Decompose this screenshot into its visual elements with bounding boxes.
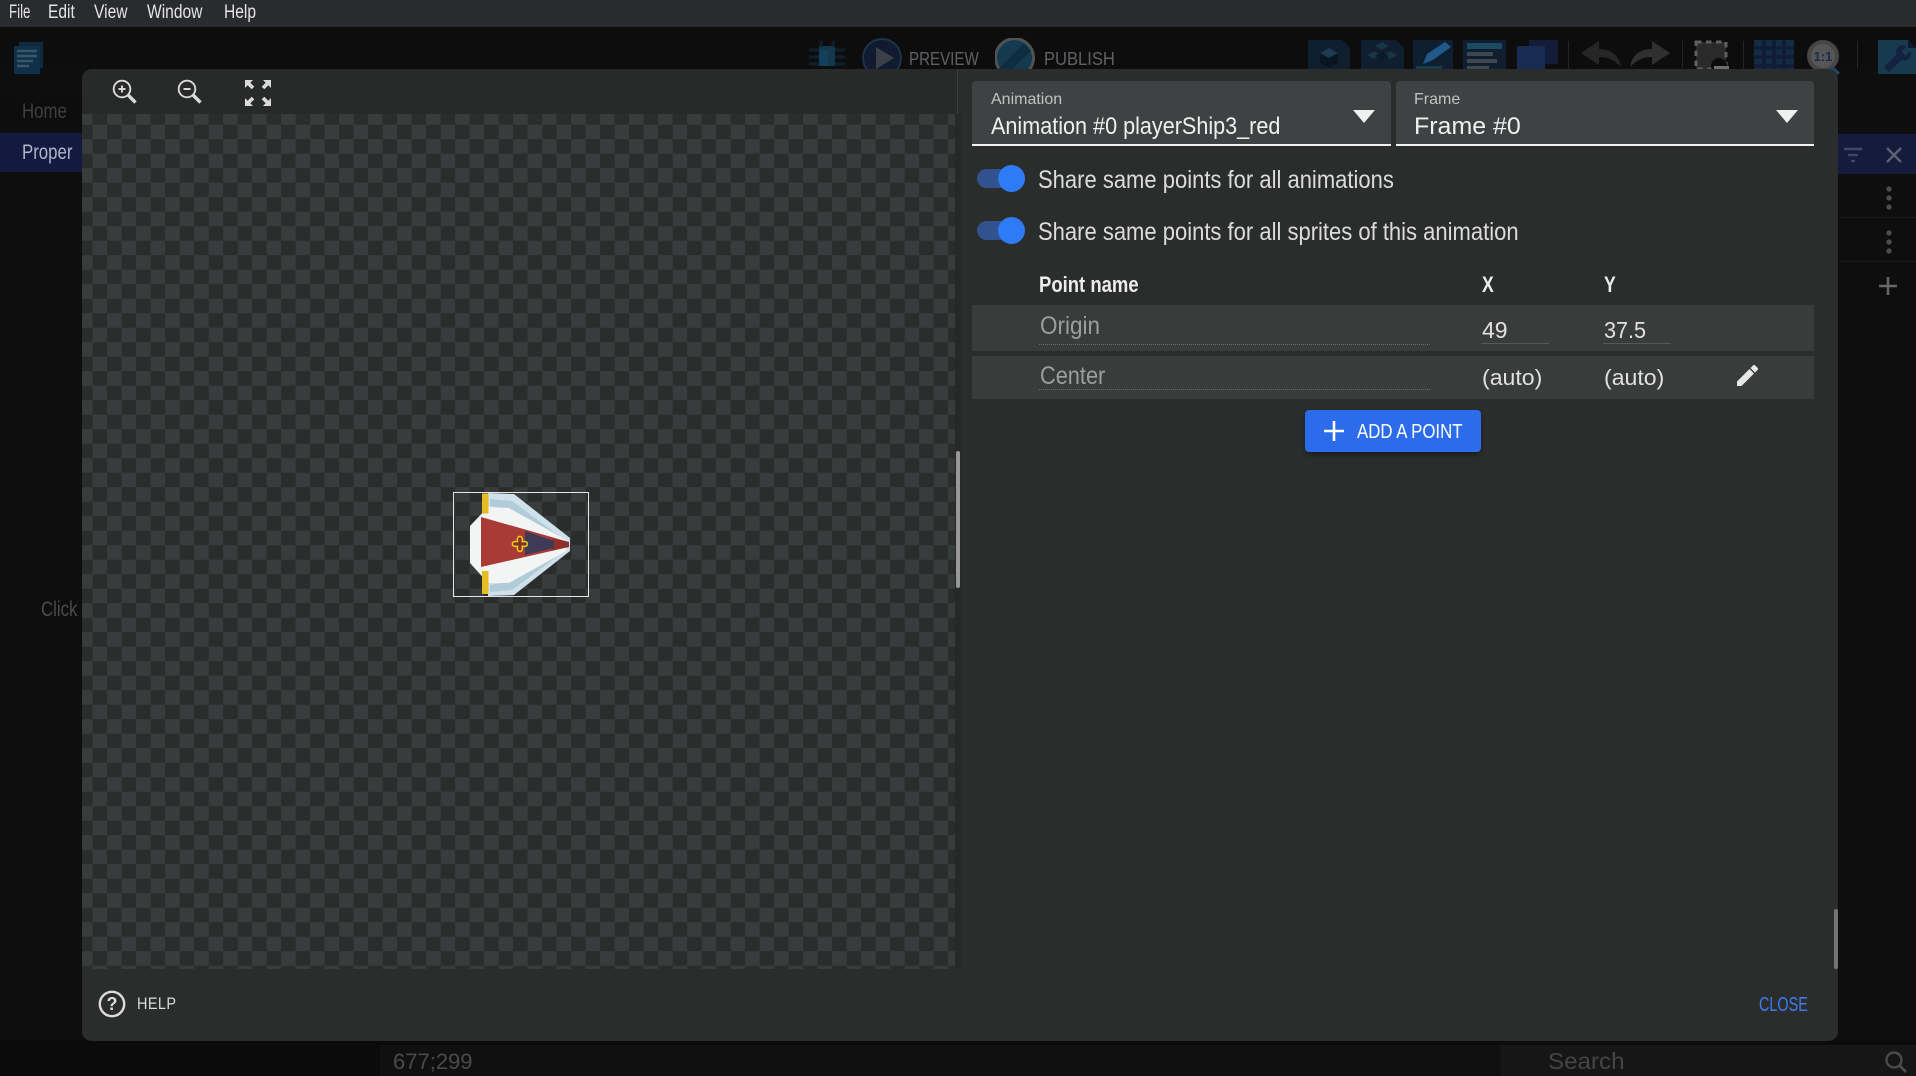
svg-text:1:1: 1:1: [1814, 49, 1833, 64]
svg-text:?: ?: [107, 994, 118, 1014]
